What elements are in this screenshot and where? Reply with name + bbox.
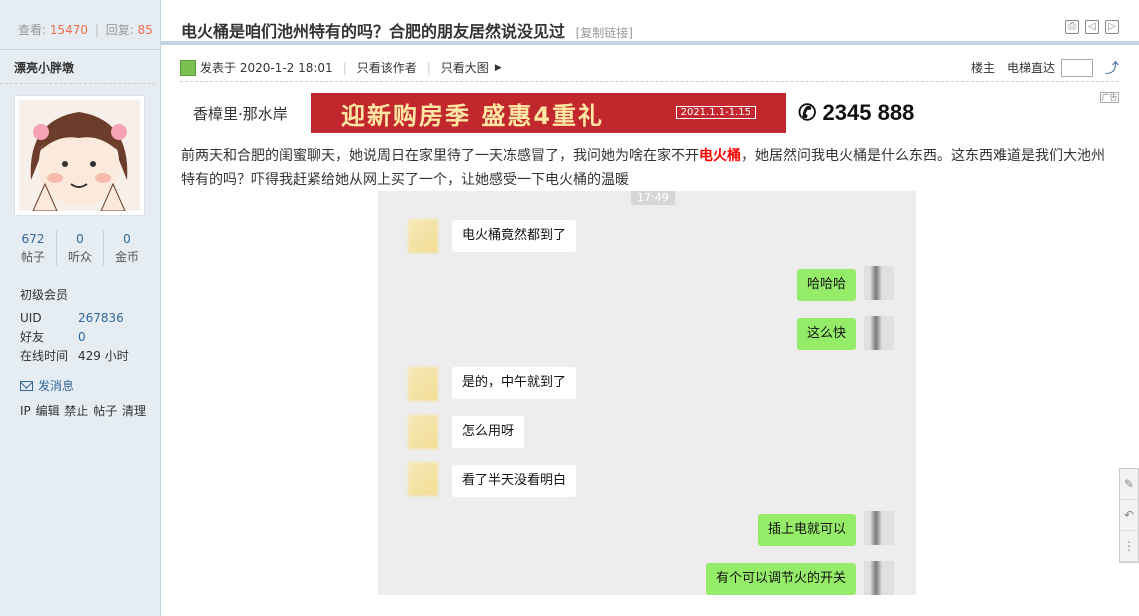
member-rank: 初级会员 bbox=[20, 288, 69, 302]
ad-brand: 香樟里·那水岸 bbox=[193, 104, 288, 123]
post-body: 前两天和合肥的闺蜜聊天，她说周日在家里待了一天冻感冒了，我问她为啥在家不开电火桶… bbox=[181, 144, 1116, 192]
mail-icon bbox=[20, 380, 33, 391]
fans-label: 听众 bbox=[67, 250, 92, 264]
floor-jump-input[interactable] bbox=[1061, 58, 1093, 77]
chat-bubble-in: 看了半天没看明白 bbox=[452, 465, 577, 497]
chat-screenshot[interactable]: 17:49 电火桶竟然都到了 哈哈哈 这么快 是的，中午就到了 怎么用呀 看了半… bbox=[378, 191, 916, 595]
chat-bubble-in: 怎么用呀 bbox=[452, 416, 525, 448]
posts-count[interactable]: 672 bbox=[10, 230, 56, 248]
next-thread-icon[interactable]: ▷ bbox=[1105, 20, 1119, 34]
elevator-label: 电梯直达 bbox=[1006, 61, 1055, 75]
uid-value[interactable]: 267836 bbox=[78, 309, 124, 328]
chat-bubble-out: 这么快 bbox=[796, 318, 856, 350]
ad-phone-number: 2345 888 bbox=[822, 100, 915, 125]
post-header-right: 楼主 电梯直达 ⤴ bbox=[959, 58, 1119, 78]
divider: | bbox=[342, 60, 347, 75]
menu-icon[interactable]: ⋮ bbox=[1120, 531, 1138, 562]
views-label: 查看: bbox=[18, 23, 47, 37]
send-message-label: 发消息 bbox=[38, 379, 75, 393]
chat-avatar-blurred bbox=[408, 367, 438, 401]
author-counts: 672 帖子 0 听众 0 金币 bbox=[10, 230, 150, 266]
ad-red-panel: 迎新购房季 盛惠4重礼 2021.1.1-1.15 bbox=[311, 93, 786, 133]
chat-bubble-out: 哈哈哈 bbox=[796, 269, 856, 301]
chat-avatar-blurred bbox=[408, 462, 438, 496]
chat-bubble-in: 电火桶竟然都到了 bbox=[452, 220, 577, 252]
jump-icon[interactable]: ⤴ bbox=[1105, 58, 1119, 78]
author-info: UID 267836 好友 0 在线时间 429 小时 bbox=[20, 309, 160, 366]
thread-title: 电火桶是咱们池州特有的吗？合肥的朋友居然说没见过 [复制链接] bbox=[181, 18, 633, 42]
fans-count-cell[interactable]: 0 听众 bbox=[57, 230, 104, 266]
feedback-icon[interactable]: ✎ bbox=[1120, 469, 1138, 500]
author-sidebar: 查看: 15470 | 回复: 85 漂亮小胖墩 672 帖子 0 听众 0 金… bbox=[0, 0, 161, 616]
chat-avatar-blurred bbox=[864, 266, 894, 300]
divider: | bbox=[426, 60, 431, 75]
thread-stats: 查看: 15470 | 回复: 85 bbox=[0, 0, 160, 50]
floor-owner-label: 楼主 bbox=[970, 61, 995, 75]
chat-bubble-out: 插上电就可以 bbox=[757, 514, 856, 546]
friends-value[interactable]: 0 bbox=[78, 328, 86, 347]
copy-link[interactable]: [复制链接] bbox=[576, 26, 633, 40]
posts-label: 帖子 bbox=[20, 250, 45, 264]
author-name[interactable]: 漂亮小胖墩 bbox=[0, 50, 156, 84]
online-status-icon bbox=[180, 59, 196, 76]
coins-count[interactable]: 0 bbox=[104, 230, 150, 248]
send-message-link[interactable]: 发消息 bbox=[20, 377, 160, 394]
posts-count-cell[interactable]: 672 帖子 bbox=[10, 230, 57, 266]
views-count: 15470 bbox=[49, 23, 89, 37]
admin-links[interactable]: IP 编辑 禁止 帖子 清理 bbox=[20, 402, 160, 419]
stats-separator: | bbox=[94, 23, 99, 37]
only-author-link[interactable]: 只看该作者 bbox=[357, 59, 417, 76]
thread-title-bar: 电火桶是咱们池州特有的吗？合肥的朋友居然说没见过 [复制链接] ⎙ ◁ ▷ bbox=[161, 8, 1139, 45]
print-icon[interactable]: ⎙ bbox=[1065, 20, 1079, 34]
chat-time: 17:49 bbox=[631, 191, 675, 205]
chat-bubble-in: 是的，中午就到了 bbox=[452, 367, 577, 399]
chat-avatar-blurred bbox=[864, 511, 894, 545]
ad-tag-label: 广告 bbox=[1101, 93, 1118, 102]
post-date: 发表于 2020-1-2 18:01 bbox=[200, 61, 333, 75]
post-header: 发表于 2020-1-2 18:01 | 只看该作者 | 只看大图 ▶ 楼主 电… bbox=[180, 54, 1119, 82]
floating-side-tools: ✎ ↶ ⋮ bbox=[1119, 468, 1139, 563]
avatar[interactable] bbox=[14, 95, 145, 216]
prev-thread-icon[interactable]: ◁ bbox=[1085, 20, 1099, 34]
title-tools: ⎙ ◁ ▷ bbox=[1065, 20, 1119, 34]
phone-icon: ✆ bbox=[798, 100, 823, 125]
online-value: 429 小时 bbox=[78, 349, 129, 363]
ad-slogan: 迎新购房季 盛惠4重礼 bbox=[341, 101, 605, 130]
keyword-link[interactable]: 电火桶 bbox=[699, 148, 741, 164]
online-label: 在线时间 bbox=[20, 349, 69, 363]
coins-count-cell[interactable]: 0 金币 bbox=[104, 230, 150, 266]
thread-title-text: 电火桶是咱们池州特有的吗？合肥的朋友居然说没见过 bbox=[181, 22, 566, 41]
chat-avatar-blurred bbox=[864, 561, 894, 595]
fans-count[interactable]: 0 bbox=[57, 230, 103, 248]
replies-count: 85 bbox=[137, 23, 153, 37]
chat-bubble-out: 有个可以调节火的开关 bbox=[705, 563, 856, 595]
ad-tag[interactable]: 广告 bbox=[1100, 92, 1119, 103]
chat-avatar-blurred bbox=[408, 219, 438, 253]
ad-date: 2021.1.1-1.15 bbox=[675, 106, 756, 119]
friends-label: 好友 bbox=[20, 330, 45, 344]
ad-phone: ✆ 2345 888 bbox=[798, 100, 914, 126]
chat-avatar-blurred bbox=[408, 415, 438, 449]
avatar-image bbox=[19, 100, 140, 211]
uid-label: UID bbox=[20, 311, 42, 325]
coins-label: 金币 bbox=[114, 250, 139, 264]
banner-ad[interactable]: 香樟里·那水岸 迎新购房季 盛惠4重礼 2021.1.1-1.15 ✆ 2345… bbox=[193, 93, 928, 133]
body-text-1: 前两天和合肥的闺蜜聊天，她说周日在家里待了一天冻感冒了，我问她为啥在家不开 bbox=[181, 148, 699, 164]
replies-label: 回复: bbox=[105, 23, 134, 37]
caret-right-icon[interactable]: ▶ bbox=[495, 63, 502, 73]
chat-avatar-blurred bbox=[864, 316, 894, 350]
back-icon[interactable]: ↶ bbox=[1120, 500, 1138, 531]
only-big-image-link[interactable]: 只看大图 bbox=[441, 59, 489, 76]
